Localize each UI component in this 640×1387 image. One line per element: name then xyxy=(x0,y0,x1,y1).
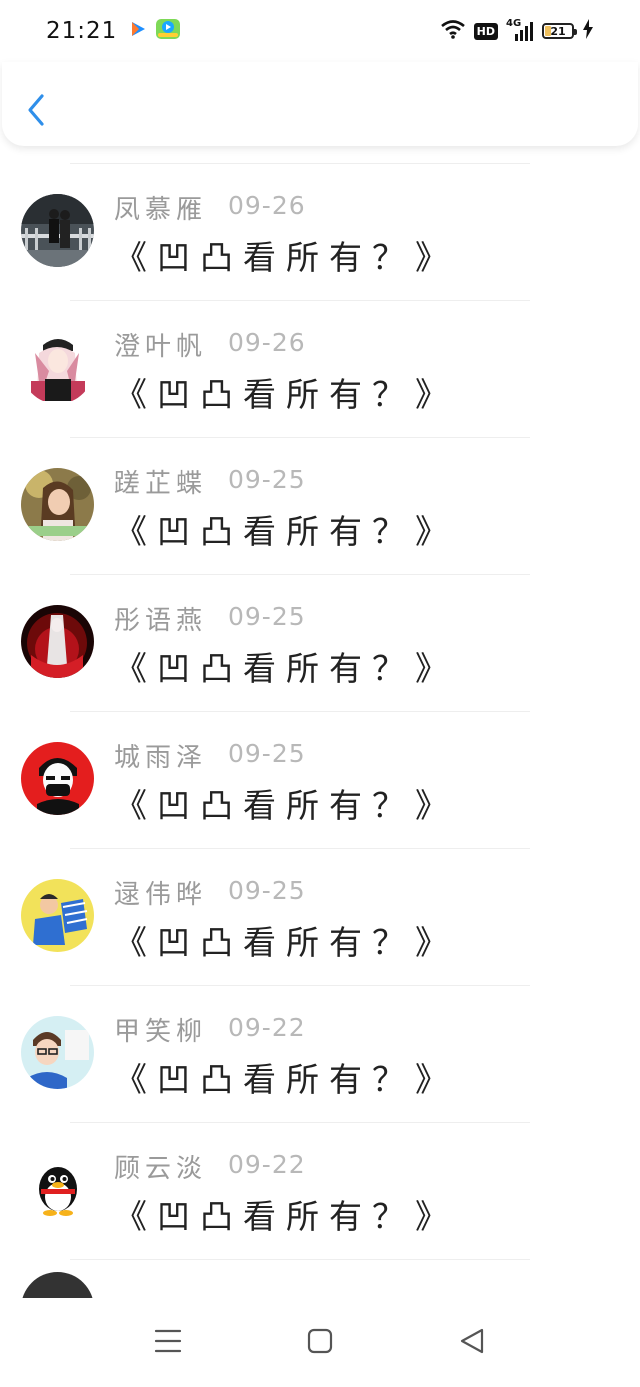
message-date: 09-26 xyxy=(228,191,306,220)
message-title[interactable]: 《凹凸看所有？》 xyxy=(114,505,458,553)
divider xyxy=(70,1259,530,1260)
sender-name[interactable]: 顾云淡 xyxy=(114,1148,207,1185)
message-date: 09-22 xyxy=(228,1150,306,1179)
divider xyxy=(70,848,530,849)
menu-button[interactable] xyxy=(154,1328,182,1358)
sender-name[interactable]: 城雨泽 xyxy=(114,737,207,774)
sender-name[interactable]: 澄叶帆 xyxy=(114,326,207,363)
list-item[interactable]: 彤语燕 09-25 《凹凸看所有？》 xyxy=(0,557,640,694)
list-item[interactable]: 蹉芷蝶 09-25 《凹凸看所有？》 xyxy=(0,420,640,557)
yellow-cartoon-avatar[interactable] xyxy=(21,879,94,952)
message-title[interactable]: 《凹凸看所有？》 xyxy=(114,916,458,964)
chevron-left-icon xyxy=(28,94,44,126)
message-date: 09-25 xyxy=(228,465,306,494)
message-title[interactable]: 《凹凸看所有？》 xyxy=(114,779,458,827)
menu-icon xyxy=(154,1329,182,1353)
battery-level: 21 xyxy=(550,24,566,38)
message-title[interactable]: 《凹凸看所有？》 xyxy=(114,231,458,279)
list-item[interactable]: 甲笑柳 09-22 《凹凸看所有？》 xyxy=(0,968,640,1105)
top-nav-bar xyxy=(2,62,638,146)
list-item[interactable]: 顾云淡 09-22 《凹凸看所有？》 xyxy=(0,1105,640,1242)
message-date: 09-26 xyxy=(228,328,306,357)
home-button[interactable] xyxy=(307,1328,333,1358)
anime-girl-avatar[interactable] xyxy=(21,331,94,404)
divider xyxy=(70,574,530,575)
back-button[interactable] xyxy=(22,92,52,128)
list-item[interactable]: 澄叶帆 09-26 《凹凸看所有？》 xyxy=(0,283,640,420)
sender-name[interactable]: 彤语燕 xyxy=(114,600,207,637)
play-arrow-icon xyxy=(131,20,147,42)
message-list[interactable]: 凤慕雁 09-26 《凹凸看所有？》 澄叶帆 09-26 《凹凸看所有？》 蹉芷… xyxy=(0,146,640,1298)
status-time: 21:21 xyxy=(46,18,118,44)
back-nav-button[interactable] xyxy=(459,1328,485,1358)
dark-red-figure-avatar[interactable] xyxy=(21,605,94,678)
partial-avatar[interactable] xyxy=(21,1272,94,1298)
divider xyxy=(70,1122,530,1123)
message-title[interactable]: 《凹凸看所有？》 xyxy=(114,1053,458,1101)
video-app-icon xyxy=(155,18,181,44)
sender-name[interactable]: 凤慕雁 xyxy=(114,189,207,226)
qq-penguin-avatar[interactable] xyxy=(21,1153,94,1226)
message-title[interactable]: 《凹凸看所有？》 xyxy=(114,368,458,416)
status-indicators: HD 4G 21 xyxy=(440,18,594,43)
divider xyxy=(70,163,530,164)
girl-photo-avatar[interactable] xyxy=(21,468,94,541)
signal-icon: 4G xyxy=(506,18,534,42)
triangle-back-icon xyxy=(460,1328,484,1354)
list-item[interactable]: 城雨泽 09-25 《凹凸看所有？》 xyxy=(0,694,640,831)
message-date: 09-25 xyxy=(228,739,306,768)
list-item[interactable] xyxy=(0,1242,640,1298)
list-item[interactable]: 逯伟晔 09-25 《凹凸看所有？》 xyxy=(0,831,640,968)
divider xyxy=(70,985,530,986)
status-bar: 21:21 HD 4G 21 xyxy=(0,0,640,62)
square-home-icon xyxy=(307,1328,333,1354)
system-nav-bar xyxy=(0,1298,640,1387)
wifi-icon xyxy=(440,19,466,43)
divider xyxy=(70,437,530,438)
battery-icon: 21 xyxy=(542,23,577,39)
divider xyxy=(70,711,530,712)
message-date: 09-25 xyxy=(228,602,306,631)
masked-boy-avatar[interactable] xyxy=(21,742,94,815)
couple-photo-avatar[interactable] xyxy=(21,194,94,267)
message-title[interactable]: 《凹凸看所有？》 xyxy=(114,1190,458,1238)
divider xyxy=(70,300,530,301)
sender-name[interactable]: 蹉芷蝶 xyxy=(114,463,207,500)
message-date: 09-22 xyxy=(228,1013,306,1042)
boy-glasses-avatar[interactable] xyxy=(21,1016,94,1089)
sender-name[interactable]: 逯伟晔 xyxy=(114,874,207,911)
message-title[interactable]: 《凹凸看所有？》 xyxy=(114,642,458,690)
sender-name[interactable]: 甲笑柳 xyxy=(114,1011,207,1048)
hd-badge: HD xyxy=(473,22,498,40)
charging-bolt-icon xyxy=(582,19,594,43)
list-item[interactable]: 凤慕雁 09-26 《凹凸看所有？》 xyxy=(0,146,640,283)
notification-icons xyxy=(131,18,181,44)
message-date: 09-25 xyxy=(228,876,306,905)
